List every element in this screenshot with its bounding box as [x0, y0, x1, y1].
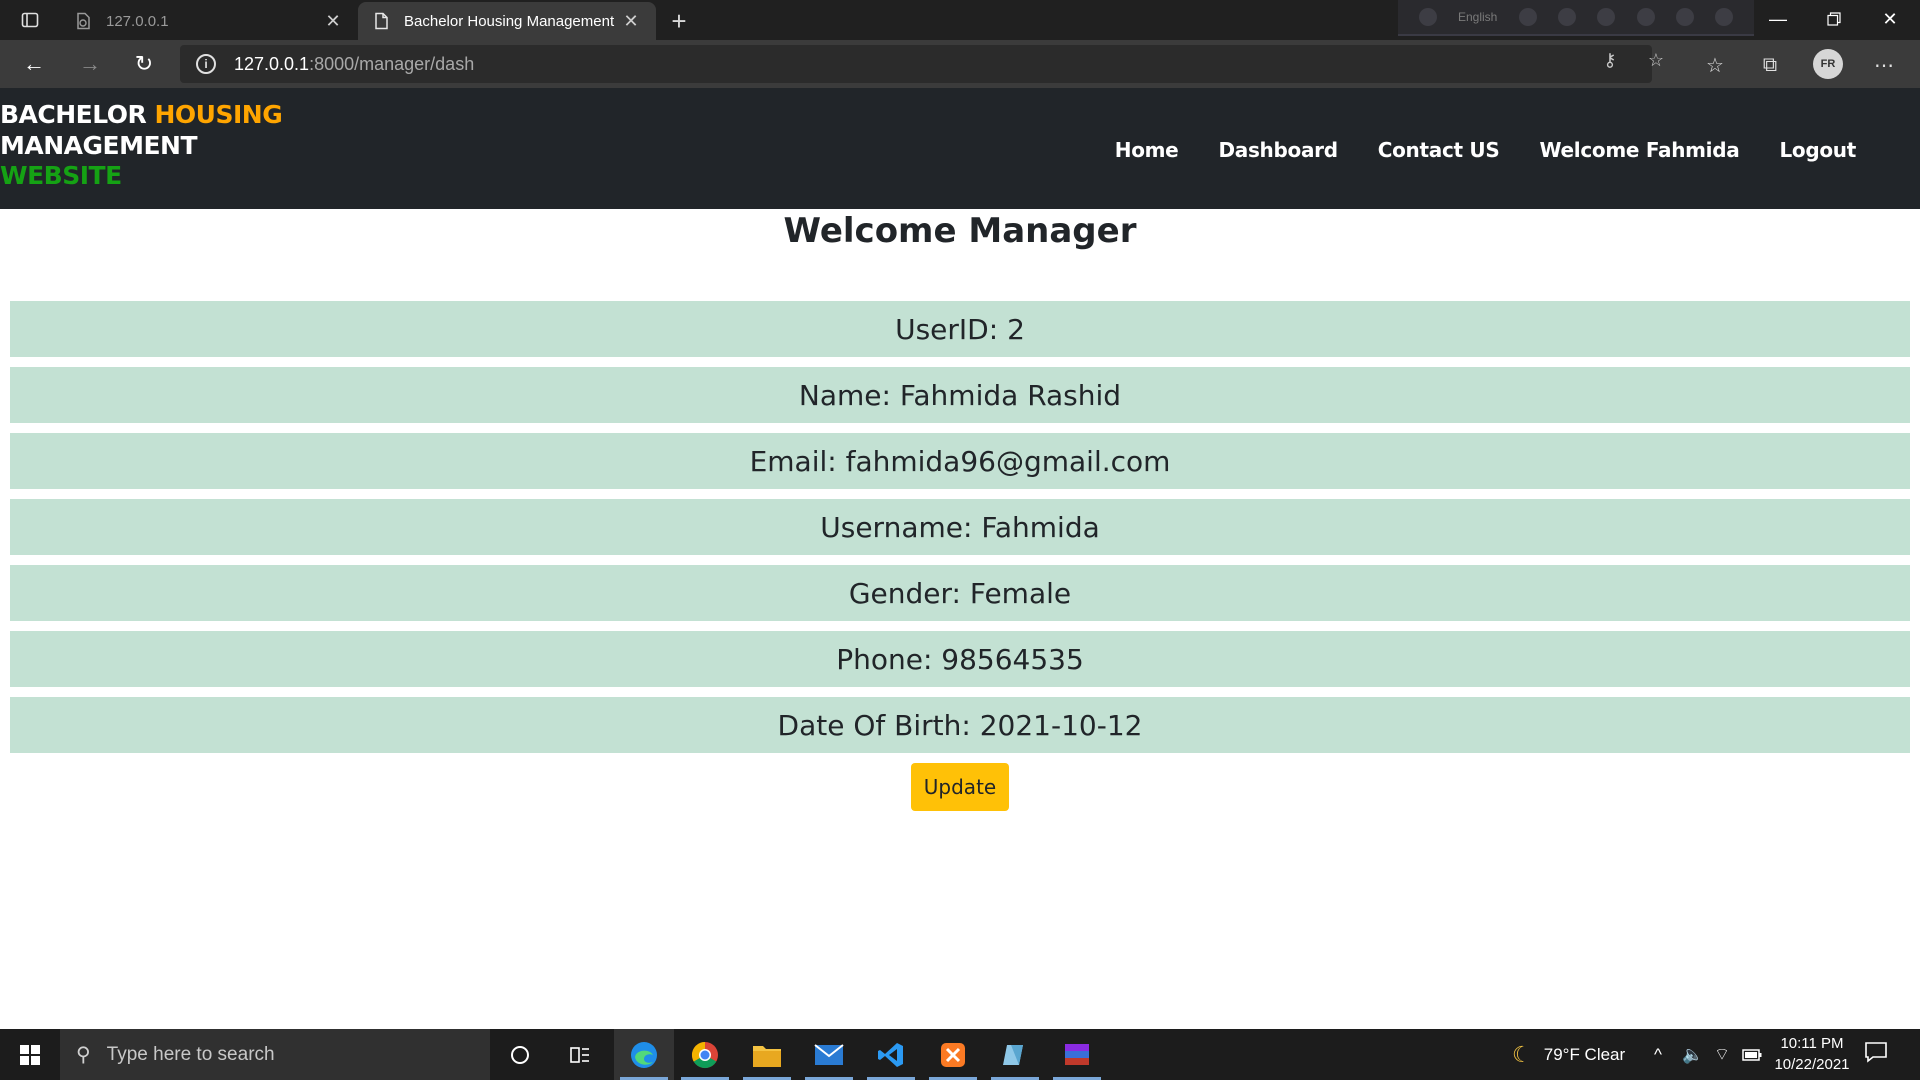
tray-overflow-chevron-icon[interactable]: ^: [1654, 1029, 1662, 1080]
vscode-icon[interactable]: [861, 1029, 921, 1080]
weather-widget[interactable]: ☾ 79°F Clear: [1512, 1029, 1625, 1080]
site-brand[interactable]: BACHELOR HOUSING MANAGEMENT WEBSITE: [0, 100, 283, 192]
info-row-dob: Date Of Birth: 2021-10-12: [10, 697, 1910, 753]
clock-time: 10:11 PM: [1780, 1035, 1844, 1052]
extension-icon[interactable]: [1558, 8, 1576, 26]
site-header: BACHELOR HOUSING MANAGEMENT WEBSITE Home…: [0, 88, 1920, 209]
cortana-icon[interactable]: [490, 1029, 550, 1080]
mail-icon[interactable]: [799, 1029, 859, 1080]
notepad-icon[interactable]: [985, 1029, 1045, 1080]
tab-title: Bachelor Housing Management: [404, 12, 615, 30]
url-host: 127.0.0.1: [234, 53, 310, 74]
close-window-icon[interactable]: ✕: [1862, 0, 1918, 38]
info-icon[interactable]: [1715, 8, 1734, 26]
more-options-icon[interactable]: ⋯: [1869, 50, 1899, 80]
tab-close-icon[interactable]: ✕: [322, 10, 344, 32]
nav-contact-link[interactable]: Contact US: [1378, 138, 1500, 162]
nav-welcome-user-link[interactable]: Welcome Fahmida: [1539, 138, 1739, 162]
brand-word-website: WEBSITE: [0, 161, 122, 190]
moon-icon: ☾: [1512, 1041, 1532, 1067]
collections-icon[interactable]: ⧉: [1755, 50, 1785, 80]
clock-date: 10/22/2021: [1774, 1056, 1850, 1073]
restore-icon[interactable]: [1806, 0, 1862, 38]
taskbar-search-input[interactable]: ⚲ Type here to search: [60, 1029, 490, 1080]
brand-word-bachelor: BACHELOR: [0, 100, 155, 129]
key-icon[interactable]: ⚷: [1599, 49, 1621, 71]
new-tab-plus-icon[interactable]: +: [664, 6, 694, 36]
refresh-icon[interactable]: ↻: [126, 48, 162, 80]
help-icon[interactable]: [1675, 8, 1694, 26]
update-button[interactable]: Update: [911, 763, 1009, 811]
volume-muted-icon[interactable]: 🔈: [1682, 1029, 1703, 1080]
battery-icon[interactable]: [1742, 1029, 1762, 1080]
page-icon: [372, 12, 390, 30]
brand-word-housing: HOUSING: [154, 100, 283, 129]
edge-icon[interactable]: [1636, 8, 1655, 26]
browser-address-bar: ← → ↻ i 127.0.0.1:8000/manager/dash ⚷ ☆ …: [0, 40, 1920, 88]
info-row-phone: Phone: 98564535: [10, 631, 1910, 687]
system-clock[interactable]: 10:11 PM 10/22/2021: [1770, 1033, 1854, 1075]
info-row-userid: UserID: 2: [10, 301, 1910, 357]
manager-info-list: UserID: 2 Name: Fahmida Rashid Email: fa…: [10, 301, 1910, 763]
search-icon: ⚲: [76, 1044, 91, 1066]
edge-taskbar-icon[interactable]: [614, 1029, 674, 1080]
page-favicon-icon: [74, 12, 92, 30]
chrome-taskbar-icon[interactable]: [675, 1029, 735, 1080]
info-row-username: Username: Fahmida: [10, 499, 1910, 555]
browser-tab-bar: 127.0.0.1 ✕ Bachelor Housing Management …: [0, 0, 1920, 40]
task-view-icon[interactable]: [550, 1029, 610, 1080]
info-row-name: Name: Fahmida Rashid: [10, 367, 1910, 423]
page-title: Welcome Manager: [783, 211, 1137, 251]
windows-start-icon[interactable]: [0, 1029, 60, 1080]
xampp-icon[interactable]: [923, 1029, 983, 1080]
tab-title: 127.0.0.1: [106, 12, 169, 30]
main-nav: Home Dashboard Contact US Welcome Fahmid…: [1115, 138, 1857, 162]
nav-logout-link[interactable]: Logout: [1779, 138, 1856, 162]
tab-actions-button[interactable]: [0, 0, 60, 40]
browser-tab-inactive[interactable]: 127.0.0.1 ✕: [60, 2, 358, 40]
browser-tab-active[interactable]: Bachelor Housing Management ✕: [358, 2, 656, 40]
info-row-gender: Gender: Female: [10, 565, 1910, 621]
extension-icon[interactable]: [1518, 8, 1537, 26]
url-path: :8000/manager/dash: [309, 53, 475, 74]
nav-dashboard-link[interactable]: Dashboard: [1218, 138, 1338, 162]
weather-text: 79°F Clear: [1543, 1044, 1626, 1064]
settings-icon[interactable]: [1597, 8, 1616, 26]
brand-word-management: MANAGEMENT: [0, 130, 198, 160]
add-favorite-icon[interactable]: ☆: [1645, 49, 1667, 71]
notification-center-icon[interactable]: [1864, 1041, 1892, 1067]
search-placeholder: Type here to search: [106, 1043, 275, 1065]
windows-taskbar: ⚲ Type here to search ☾ 79°F Clear ^ 🔈 ⌔…: [0, 1029, 1920, 1080]
url-input[interactable]: i 127.0.0.1:8000/manager/dash: [180, 45, 1652, 83]
winrar-icon[interactable]: [1047, 1029, 1107, 1080]
network-icon[interactable]: ⌔: [1714, 1029, 1730, 1080]
back-arrow-icon[interactable]: ←: [16, 48, 52, 80]
extension-language-label[interactable]: English: [1458, 10, 1497, 24]
extension-strip: English: [1398, 0, 1754, 36]
minimize-icon[interactable]: —: [1750, 0, 1806, 38]
forward-arrow-icon[interactable]: →: [72, 48, 108, 80]
site-info-icon[interactable]: i: [196, 54, 216, 74]
file-explorer-icon[interactable]: [737, 1029, 797, 1080]
nav-home-link[interactable]: Home: [1115, 138, 1179, 162]
profile-avatar[interactable]: FR: [1813, 49, 1843, 79]
tab-actions-icon: [21, 12, 39, 28]
main-content: Welcome Manager UserID: 2 Name: Fahmida …: [0, 209, 1920, 1029]
info-row-email: Email: fahmida96@gmail.com: [10, 433, 1910, 489]
favorites-icon[interactable]: ☆: [1700, 50, 1730, 80]
extension-icon[interactable]: [1418, 8, 1437, 26]
tab-close-icon[interactable]: ✕: [620, 10, 642, 32]
